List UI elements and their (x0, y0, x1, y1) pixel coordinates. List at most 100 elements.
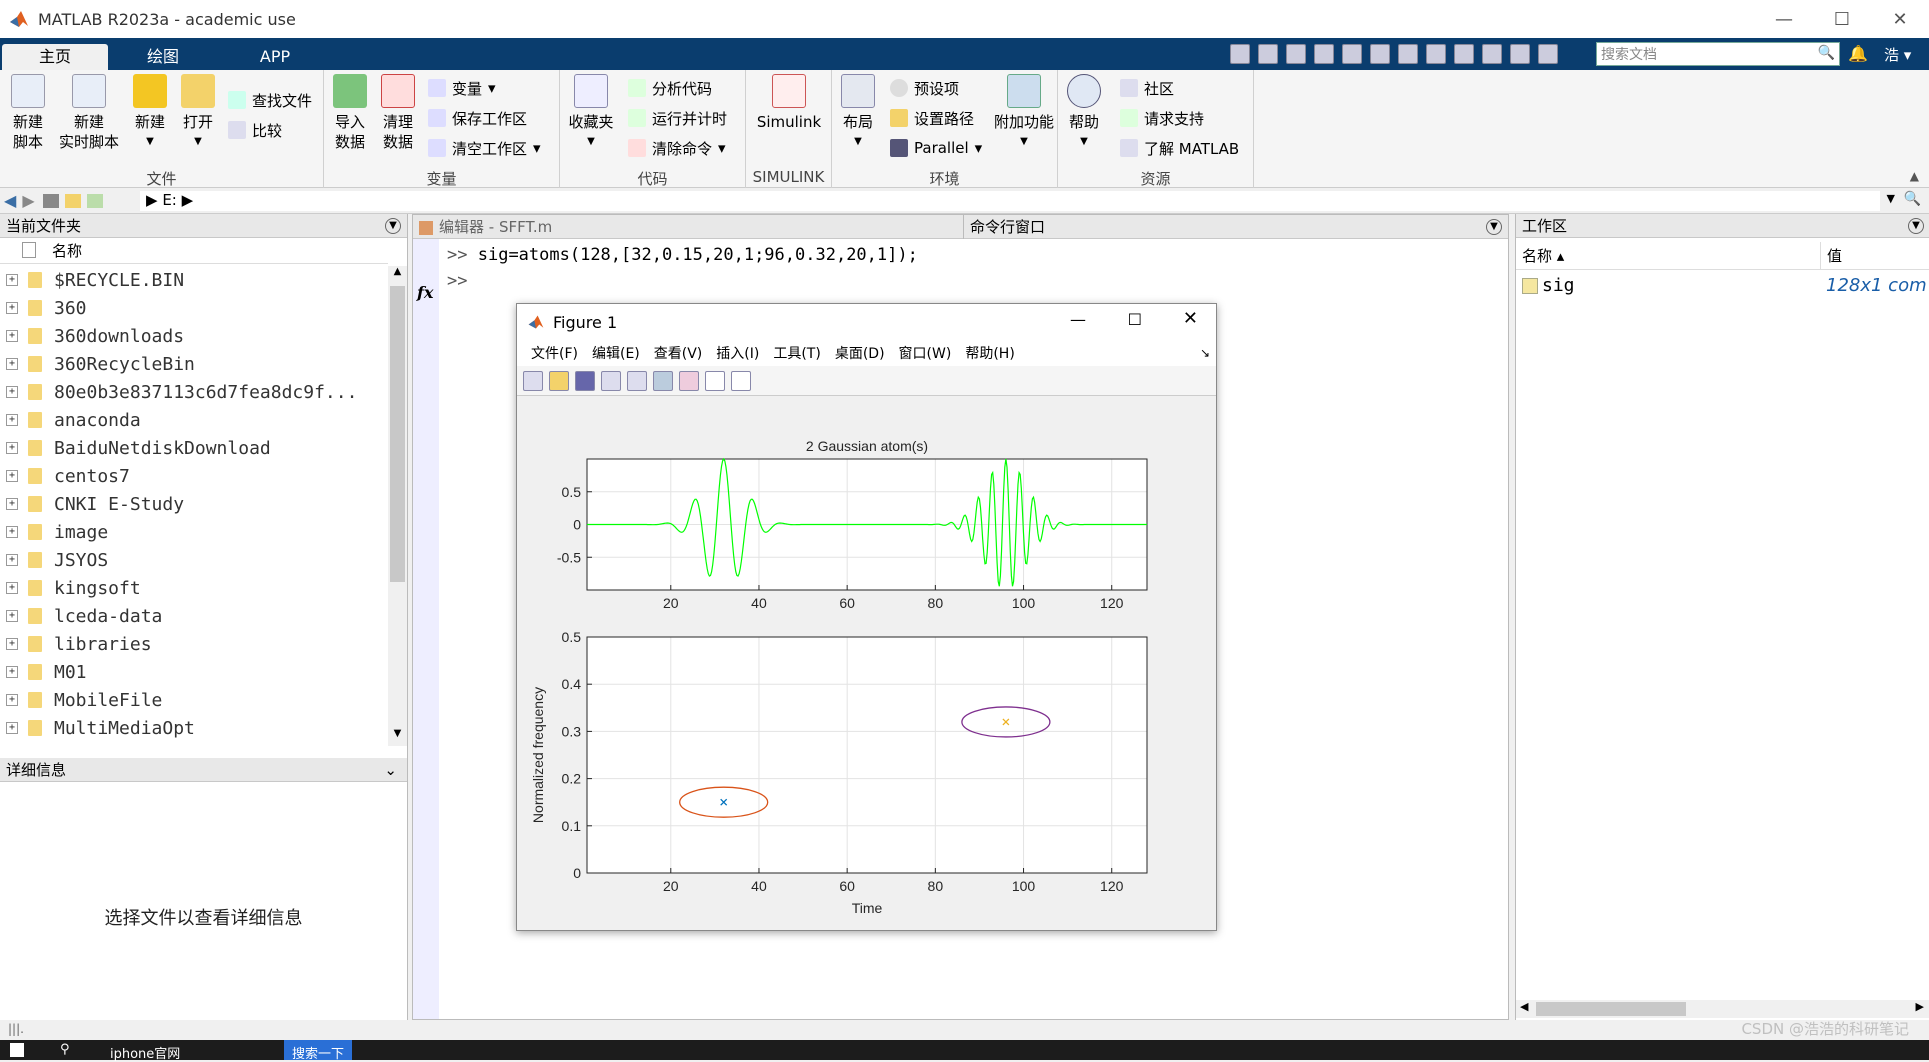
menu-window[interactable]: 窗口(W) (899, 343, 952, 363)
file-list-item[interactable]: + lceda-data (0, 602, 388, 630)
expand-icon[interactable]: + (6, 498, 18, 510)
current-path-field[interactable]: ▶ E: ▶ (140, 191, 1880, 211)
expand-icon[interactable]: + (6, 722, 18, 734)
new-live-script-button[interactable]: 新建 实时脚本 (56, 74, 122, 152)
scroll-right-icon[interactable]: ▶ (1916, 1000, 1924, 1013)
maximize-button[interactable]: ☐ (1813, 0, 1871, 38)
compare-button[interactable]: 比较 (228, 118, 282, 142)
menu-file[interactable]: 文件(F) (531, 343, 578, 363)
task-search-icon[interactable]: ⚲ (60, 1042, 70, 1057)
ws-name-column[interactable]: 名称 ▴ (1522, 242, 1564, 270)
learn-matlab-button[interactable]: 了解 MATLAB (1120, 136, 1239, 160)
back-arrow-icon[interactable]: ◀ (4, 191, 16, 210)
menu-desktop[interactable]: 桌面(D) (835, 343, 885, 363)
find-files-button[interactable]: 查找文件 (228, 88, 312, 112)
new-button[interactable]: 新建 ▼ (130, 74, 170, 152)
save-icon[interactable] (1258, 44, 1278, 64)
expand-icon[interactable]: + (6, 330, 18, 342)
expand-icon[interactable]: + (6, 694, 18, 706)
print-icon[interactable] (1426, 44, 1446, 64)
menu-dock-icon[interactable]: ↘ (1200, 346, 1210, 360)
scroll-up-icon[interactable]: ▲ (388, 266, 407, 284)
favorites-button[interactable]: 收藏夹 ▼ (566, 74, 616, 152)
scroll-left-icon[interactable]: ◀ (1520, 1000, 1528, 1013)
help-button[interactable]: 帮助 ▼ (1064, 74, 1104, 152)
new-script-button[interactable]: 新建 脚本 (6, 74, 50, 152)
windows-start-icon[interactable] (10, 1043, 24, 1057)
task-item-browser[interactable]: iphone官网 (110, 1043, 180, 1062)
menu-edit[interactable]: 编辑(E) (592, 343, 640, 363)
copy-icon[interactable] (1314, 44, 1334, 64)
expand-icon[interactable]: + (6, 666, 18, 678)
community-button[interactable]: 社区 (1120, 76, 1174, 100)
file-list-item[interactable]: +360RecycleBin (0, 350, 388, 378)
link-plot-icon[interactable] (627, 370, 647, 391)
collapse-ribbon-icon[interactable]: ▲ (1910, 169, 1919, 183)
menu-tools[interactable]: 工具(T) (773, 343, 820, 363)
expand-icon[interactable]: + (6, 638, 18, 650)
panel-options-icon[interactable]: ▼ (385, 218, 401, 234)
file-list-item[interactable]: + kingsoft (0, 574, 388, 602)
fx-icon[interactable]: fx (417, 283, 433, 302)
property-editor-icon[interactable] (731, 370, 751, 391)
workspace-hscrollbar[interactable]: ◀ ▶ (1516, 1000, 1929, 1018)
close-button[interactable]: ✕ (1871, 0, 1929, 38)
browse-folder-icon[interactable] (64, 193, 81, 208)
workspace-options-icon[interactable]: ▼ (1908, 218, 1924, 234)
magnifier-icon[interactable]: 🔍 (1818, 45, 1835, 61)
expand-icon[interactable]: + (6, 386, 18, 398)
save-workspace-button[interactable]: 保存工作区 (428, 106, 527, 130)
scroll-down-icon[interactable]: ▼ (388, 728, 407, 746)
save-figure-icon[interactable] (575, 370, 595, 391)
expand-icon[interactable]: + (6, 358, 18, 370)
scroll-thumb[interactable] (390, 286, 405, 582)
set-path-button[interactable]: 设置路径 (890, 106, 974, 130)
menu-insert[interactable]: 插入(I) (716, 343, 759, 363)
workspace-row[interactable]: sig 128x1 com (1516, 272, 1929, 300)
colorbar-icon[interactable] (653, 370, 673, 391)
command-options-icon[interactable]: ▼ (1486, 219, 1502, 235)
clear-workspace-button[interactable]: 清空工作区 ▾ (428, 136, 541, 160)
figure-minimize-button[interactable]: — (1070, 310, 1086, 329)
preferences-button[interactable]: 预设项 (890, 76, 959, 100)
file-list-item[interactable]: + libraries (0, 630, 388, 658)
expand-icon[interactable]: + (6, 610, 18, 622)
path-dropdown-icon[interactable]: ▼ (1887, 192, 1895, 205)
undo-icon[interactable] (1370, 44, 1390, 64)
tab-plots[interactable]: 绘图 (118, 44, 208, 70)
file-list-item[interactable]: + MultiMediaOpt (0, 714, 388, 742)
menu-help[interactable]: 帮助(H) (965, 343, 1014, 363)
request-support-button[interactable]: 请求支持 (1120, 106, 1204, 130)
expand-icon[interactable]: + (6, 526, 18, 538)
forward-arrow-icon[interactable]: ▶ (22, 191, 34, 210)
layout-button[interactable]: 布局 ▼ (838, 74, 878, 152)
clean-data-button[interactable]: 清理 数据 (378, 74, 418, 152)
file-list-item[interactable]: + BaiduNetdiskDownload (0, 434, 388, 462)
file-list-item[interactable]: + $RECYCLE.BIN (0, 266, 388, 294)
help-icon[interactable] (1510, 44, 1530, 64)
cut-icon[interactable] (1286, 44, 1306, 64)
name-column-header[interactable]: 名称 (0, 238, 388, 264)
details-collapse-icon[interactable]: ⌄ (384, 758, 397, 782)
ws-value-column[interactable]: 值 (1820, 242, 1842, 270)
file-list-item[interactable]: + M01 (0, 658, 388, 686)
variable-button[interactable]: 变量 ▾ (428, 76, 496, 100)
shortcut-icon[interactable] (1230, 44, 1250, 64)
hscroll-thumb[interactable] (1536, 1002, 1686, 1016)
print-figure-icon[interactable] (601, 370, 621, 391)
figure-maximize-button[interactable]: ☐ (1128, 310, 1142, 329)
legend-icon[interactable] (679, 370, 699, 391)
expand-icon[interactable]: + (6, 414, 18, 426)
parallel-button[interactable]: Parallel ▾ (890, 136, 982, 160)
file-list-item[interactable]: +80e0b3e837113c6d7fea8dc9f... (0, 378, 388, 406)
run-and-time-button[interactable]: 运行并计时 (628, 106, 727, 130)
file-list-item[interactable]: +360downloads (0, 322, 388, 350)
file-list-item[interactable]: + centos7 (0, 462, 388, 490)
import-data-button[interactable]: 导入 数据 (330, 74, 370, 152)
figure-close-button[interactable]: ✕ (1183, 308, 1198, 329)
expand-icon[interactable]: + (6, 442, 18, 454)
tab-home[interactable]: 主页 (2, 44, 108, 70)
path-search-icon[interactable]: 🔍 (1904, 191, 1921, 207)
tab-apps[interactable]: APP (230, 44, 320, 70)
menu-view[interactable]: 查看(V) (654, 343, 703, 363)
